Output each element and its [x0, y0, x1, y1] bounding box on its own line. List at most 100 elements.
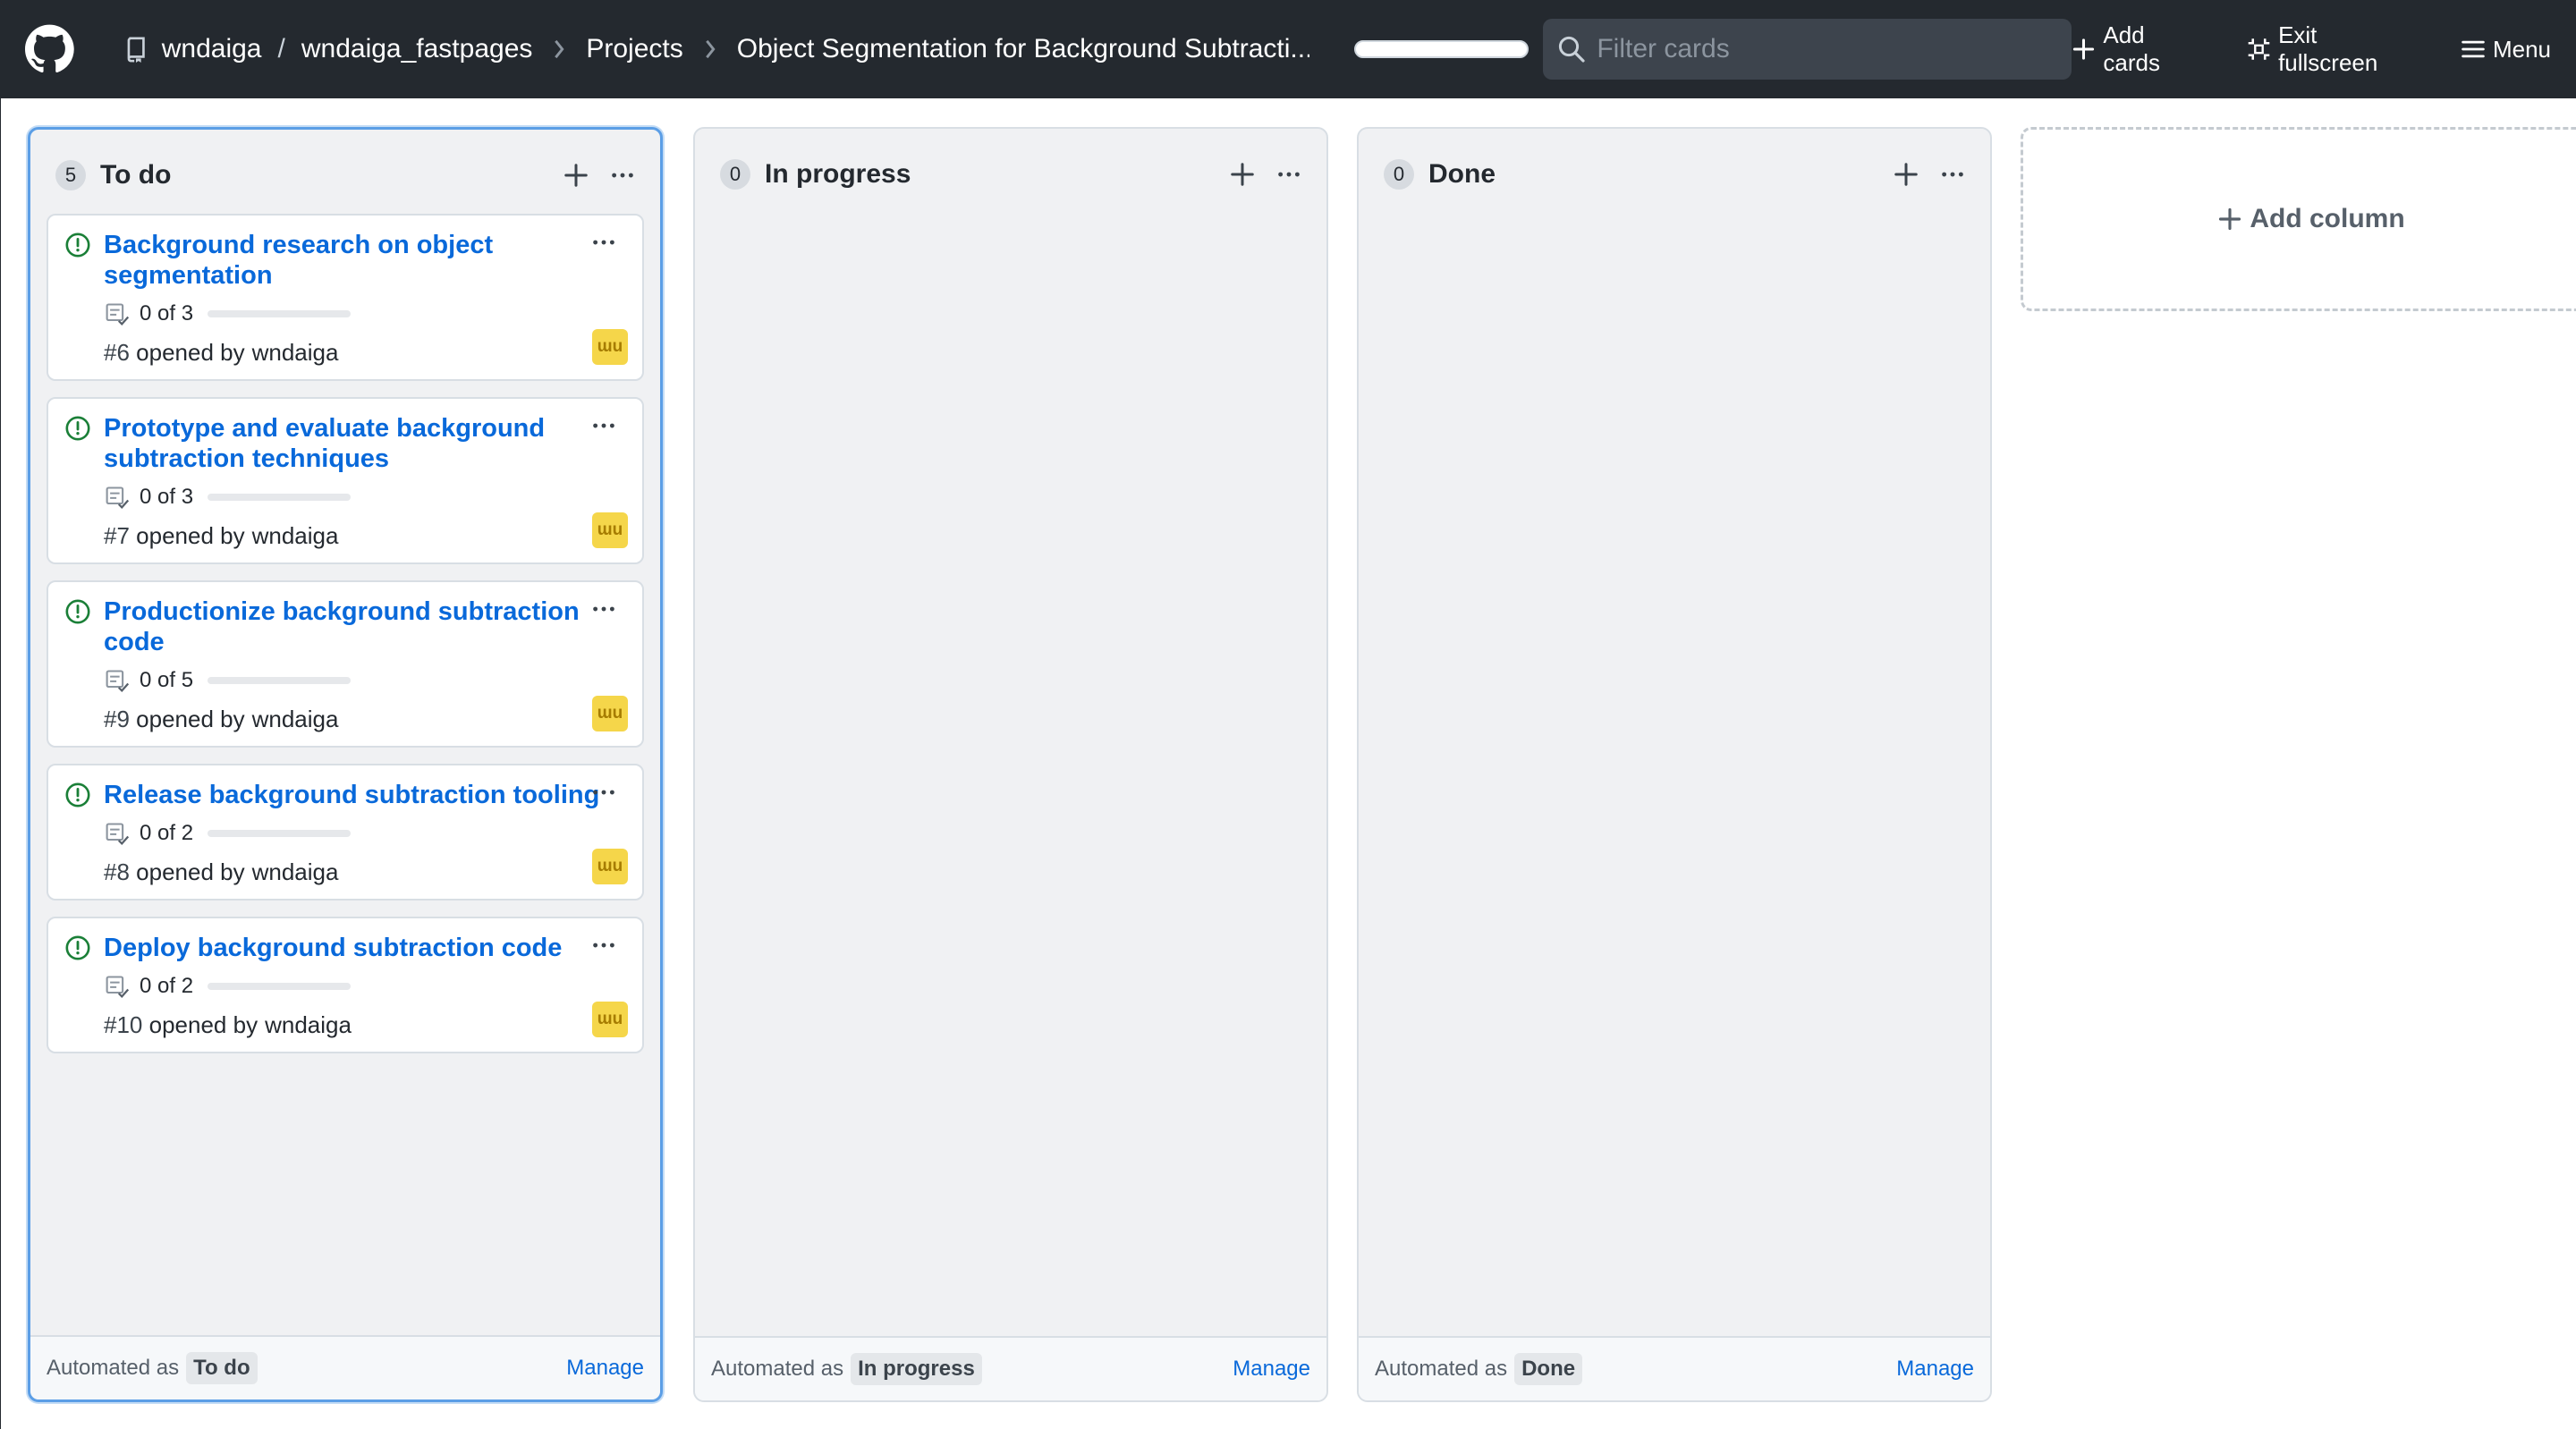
checklist-icon	[106, 486, 130, 510]
issue-author[interactable]: wndaiga	[252, 858, 339, 886]
search-input[interactable]	[1597, 34, 2058, 64]
automation-tag: In progress	[851, 1353, 982, 1385]
issue-author[interactable]: wndaiga	[252, 339, 339, 367]
issue-opened-icon	[65, 233, 90, 258]
issue-card[interactable]: Deploy background subtraction code 0 of …	[47, 917, 644, 1053]
plus-icon	[1894, 163, 1918, 186]
add-card-button[interactable]	[560, 159, 592, 191]
menu-button[interactable]: Menu	[2461, 36, 2551, 63]
search-icon	[1559, 36, 1585, 63]
checklist-icon	[106, 670, 130, 693]
checklist-icon	[106, 823, 130, 846]
repo-icon	[127, 37, 145, 63]
filter-cards-search[interactable]	[1543, 19, 2072, 80]
task-progress: 0 of 2	[104, 974, 626, 999]
hamburger-menu-icon	[2462, 40, 2485, 58]
issue-author[interactable]: wndaiga	[252, 522, 339, 550]
manage-automation-link[interactable]: Manage	[1896, 1357, 1974, 1382]
add-card-button[interactable]	[1890, 158, 1922, 190]
column-menu-button[interactable]	[1936, 158, 1969, 190]
task-count: 0 of 3	[140, 485, 194, 509]
task-progress: 0 of 3	[104, 301, 626, 326]
issue-number: #9	[104, 706, 130, 732]
checklist-icon	[106, 976, 130, 999]
opened-by-text: opened by	[136, 858, 245, 885]
avatar[interactable]: ɯu	[592, 512, 628, 548]
column-title: Done	[1428, 159, 1496, 189]
add-card-button[interactable]	[1226, 158, 1258, 190]
issue-opened-icon	[65, 416, 90, 441]
opened-by-text: opened by	[136, 522, 245, 549]
issue-number: #10	[104, 1011, 143, 1038]
top-header: wndaiga / wndaiga_fastpages Projects Obj…	[0, 0, 2576, 98]
kebab-horizontal-icon	[1278, 172, 1300, 177]
issue-opened-icon	[65, 935, 90, 960]
automation-tag: Done	[1514, 1353, 1583, 1385]
breadcrumb-projects[interactable]: Projects	[586, 34, 682, 64]
card-menu-icon[interactable]	[590, 783, 617, 801]
issue-opened-icon	[65, 782, 90, 808]
avatar[interactable]: ɯu	[592, 329, 628, 365]
card-menu-icon[interactable]	[590, 936, 617, 954]
exit-fullscreen-button[interactable]: Exit fullscreen	[2247, 21, 2418, 77]
column-title: In progress	[765, 159, 911, 189]
issue-author[interactable]: wndaiga	[252, 706, 339, 733]
task-count: 0 of 5	[140, 668, 194, 692]
issue-card[interactable]: Release background subtraction tooling 0…	[47, 764, 644, 901]
breadcrumb-project-title[interactable]: Object Segmentation for Background Subtr…	[737, 34, 1309, 64]
avatar[interactable]: ɯu	[592, 1002, 628, 1037]
task-count: 0 of 2	[140, 821, 194, 845]
task-count: 0 of 3	[140, 301, 194, 326]
task-count: 0 of 2	[140, 974, 194, 998]
manage-automation-link[interactable]: Manage	[1233, 1357, 1310, 1382]
automated-as-label: Automated as	[1375, 1357, 1508, 1381]
card-menu-icon[interactable]	[590, 233, 617, 251]
add-cards-button[interactable]: Add cards	[2072, 21, 2204, 77]
add-cards-label: Add cards	[2103, 21, 2160, 76]
column-title: To do	[100, 160, 172, 190]
column-count-badge: 0	[720, 159, 750, 190]
card-opened-by: #7 opened by wndaiga	[104, 522, 626, 550]
column-count-badge: 5	[55, 160, 86, 190]
opened-by-text: opened by	[148, 1011, 258, 1038]
card-title-link[interactable]: Deploy background subtraction code	[104, 933, 562, 963]
card-title-link[interactable]: Productionize background subtraction cod…	[104, 596, 605, 657]
card-menu-icon[interactable]	[590, 600, 617, 618]
issue-number: #6	[104, 339, 130, 366]
card-title-link[interactable]: Background research on object segmentati…	[104, 230, 605, 291]
card-menu-icon[interactable]	[590, 417, 617, 435]
kebab-horizontal-icon	[1942, 172, 1963, 177]
automated-as-label: Automated as	[711, 1357, 844, 1381]
manage-automation-link[interactable]: Manage	[566, 1356, 644, 1381]
breadcrumb-owner[interactable]: wndaiga	[162, 34, 262, 64]
project-progress-bar	[1353, 40, 1530, 58]
plus-icon	[2073, 38, 2095, 60]
issue-number: #7	[104, 522, 130, 549]
issue-card[interactable]: Background research on object segmentati…	[47, 214, 644, 381]
column-menu-button[interactable]	[1273, 158, 1305, 190]
issue-author[interactable]: wndaiga	[265, 1011, 352, 1039]
plus-icon	[564, 164, 588, 187]
github-logo-icon[interactable]	[25, 24, 74, 74]
card-title-link[interactable]: Release background subtraction tooling	[104, 780, 599, 810]
opened-by-text: opened by	[136, 706, 245, 732]
avatar[interactable]: ɯu	[592, 849, 628, 884]
avatar[interactable]: ɯu	[592, 696, 628, 731]
task-progress-bar	[208, 310, 352, 317]
column-menu-button[interactable]	[606, 159, 639, 191]
add-column-button[interactable]: Add column	[2021, 127, 2576, 311]
header-actions: Add cards Exit fullscreen Menu	[2072, 21, 2551, 77]
exit-fullscreen-label: Exit fullscreen	[2278, 21, 2378, 76]
card-title-link[interactable]: Prototype and evaluate background subtra…	[104, 413, 605, 474]
column-count-badge: 0	[1384, 159, 1414, 190]
card-opened-by: #8 opened by wndaiga	[104, 858, 626, 886]
exit-fullscreen-icon	[2248, 38, 2270, 60]
card-opened-by: #10 opened by wndaiga	[104, 1011, 626, 1039]
breadcrumb-repo[interactable]: wndaiga_fastpages	[301, 34, 533, 64]
opened-by-text: opened by	[136, 339, 245, 366]
issue-card[interactable]: Productionize background subtraction cod…	[47, 580, 644, 748]
task-progress: 0 of 3	[104, 485, 626, 510]
issue-card[interactable]: Prototype and evaluate background subtra…	[47, 397, 644, 564]
column-footer: Automated as In progress Manage	[695, 1336, 1326, 1400]
issue-opened-icon	[65, 599, 90, 624]
